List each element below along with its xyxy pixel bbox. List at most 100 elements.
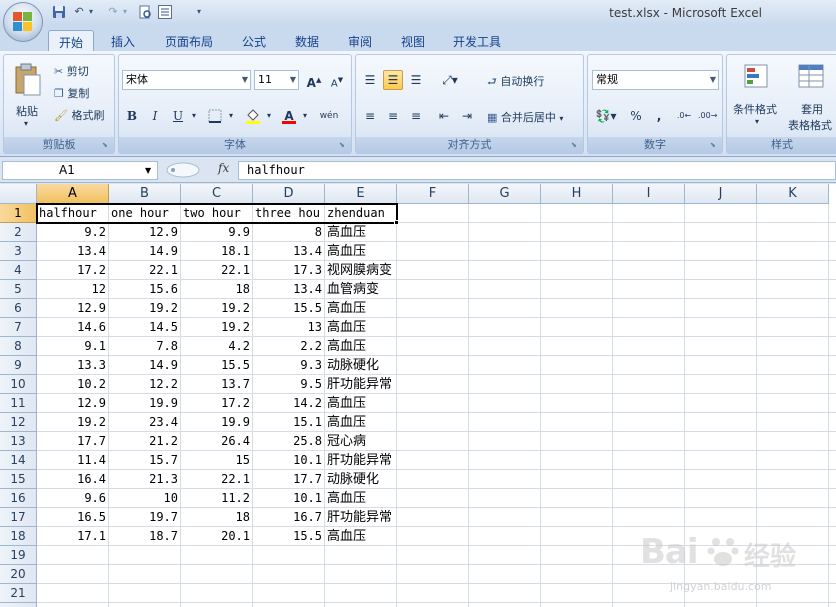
cell-a6[interactable]: 12.9 <box>37 299 108 318</box>
cell-b6[interactable]: 19.2 <box>109 299 180 318</box>
cell-b8[interactable]: 7.8 <box>109 337 180 356</box>
tab-home[interactable]: 开始 <box>48 30 95 52</box>
cell-e2[interactable]: 高血压 <box>325 223 407 242</box>
increase-indent-button[interactable]: ⇥ <box>457 106 477 126</box>
copy-button[interactable]: ❐ 复制 <box>54 85 89 101</box>
cell-d14[interactable]: 10.1 <box>253 451 324 470</box>
fill-handle[interactable] <box>394 220 399 225</box>
cell-d10[interactable]: 9.5 <box>253 375 324 394</box>
column-header-e[interactable]: E <box>325 184 397 204</box>
cell-a16[interactable]: 9.6 <box>37 489 108 508</box>
cell-b17[interactable]: 19.7 <box>109 508 180 527</box>
fill-color-button[interactable] <box>243 106 263 126</box>
cell-c15[interactable]: 22.1 <box>181 470 252 489</box>
cell-e17[interactable]: 肝功能异常 <box>325 508 407 527</box>
cell-c16[interactable]: 11.2 <box>181 489 252 508</box>
number-dialog-launcher-icon[interactable]: ⬊ <box>710 141 719 150</box>
name-box-dropdown-icon[interactable]: ▼ <box>145 166 151 175</box>
italic-button[interactable]: I <box>145 106 165 126</box>
row-header-12[interactable]: 12 <box>0 413 37 432</box>
cell-b1[interactable]: one hour <box>109 204 180 223</box>
cell-b15[interactable]: 21.3 <box>109 470 180 489</box>
save-icon[interactable] <box>52 5 66 19</box>
worksheet-grid[interactable]: ABCDEFGHIJK 1 2 3 4 5 6 7 8 9 10 11 12 13 14 15 16 17 18 1… <box>0 184 836 607</box>
cell-a11[interactable]: 12.9 <box>37 394 108 413</box>
cell-e8[interactable]: 高血压 <box>325 337 407 356</box>
cell-c1[interactable]: two hour <box>181 204 252 223</box>
paste-button[interactable]: 粘贴 ▾ <box>10 61 46 131</box>
row-header-10[interactable]: 10 <box>0 375 37 394</box>
row-header-13[interactable]: 13 <box>0 432 37 451</box>
cell-c6[interactable]: 19.2 <box>181 299 252 318</box>
cell-b9[interactable]: 14.9 <box>109 356 180 375</box>
cell-c14[interactable]: 15 <box>181 451 252 470</box>
clipboard-dialog-launcher-icon[interactable]: ⬊ <box>102 141 111 150</box>
number-format-combo[interactable]: 常规 ▼ <box>592 70 719 90</box>
cell-a17[interactable]: 16.5 <box>37 508 108 527</box>
cell-b11[interactable]: 19.9 <box>109 394 180 413</box>
format-as-table-button[interactable]: 套用 表格格式 <box>788 61 836 132</box>
tab-review[interactable]: 审阅 <box>338 30 382 52</box>
row-header-4[interactable]: 4 <box>0 261 37 280</box>
orientation-button[interactable]: ⤢▾ <box>436 70 464 90</box>
cell-c11[interactable]: 17.2 <box>181 394 252 413</box>
cell-d12[interactable]: 15.1 <box>253 413 324 432</box>
cell-b18[interactable]: 18.7 <box>109 527 180 546</box>
format-painter-button[interactable]: 🖌 格式刷 <box>54 107 104 123</box>
font-color-button[interactable]: A <box>279 106 299 126</box>
phonetic-button[interactable]: wén <box>315 106 343 126</box>
cell-a7[interactable]: 14.6 <box>37 318 108 337</box>
undo-dropdown-icon[interactable]: ▾ <box>84 5 98 19</box>
column-header-c[interactable]: C <box>181 184 253 204</box>
cell-d11[interactable]: 14.2 <box>253 394 324 413</box>
conditional-format-button[interactable]: 条件格式 ▾ <box>731 61 787 131</box>
cell-c4[interactable]: 22.1 <box>181 261 252 280</box>
cell-a18[interactable]: 17.1 <box>37 527 108 546</box>
cell-b13[interactable]: 21.2 <box>109 432 180 451</box>
cell-a9[interactable]: 13.3 <box>37 356 108 375</box>
formula-input[interactable]: halfhour <box>238 161 836 180</box>
cell-c18[interactable]: 20.1 <box>181 527 252 546</box>
cell-b16[interactable]: 10 <box>109 489 180 508</box>
row-header-14[interactable]: 14 <box>0 451 37 470</box>
cell-a14[interactable]: 11.4 <box>37 451 108 470</box>
column-header-f[interactable]: F <box>397 184 469 204</box>
tab-view[interactable]: 视图 <box>391 30 435 52</box>
cell-e12[interactable]: 高血压 <box>325 413 407 432</box>
cell-d6[interactable]: 15.5 <box>253 299 324 318</box>
column-header-k[interactable]: K <box>757 184 829 204</box>
row-header-16[interactable]: 16 <box>0 489 37 508</box>
cell-c2[interactable]: 9.9 <box>181 223 252 242</box>
cell-b5[interactable]: 15.6 <box>109 280 180 299</box>
row-header-7[interactable]: 7 <box>0 318 37 337</box>
cell-b12[interactable]: 23.4 <box>109 413 180 432</box>
office-button[interactable] <box>3 2 43 42</box>
align-middle-button[interactable]: ☰ <box>383 70 403 90</box>
cell-c3[interactable]: 18.1 <box>181 242 252 261</box>
row-header-18[interactable]: 18 <box>0 527 37 546</box>
row-header-5[interactable]: 5 <box>0 280 37 299</box>
row-header-6[interactable]: 6 <box>0 299 37 318</box>
tab-insert[interactable]: 插入 <box>101 30 145 52</box>
cell-c10[interactable]: 13.7 <box>181 375 252 394</box>
cell-b4[interactable]: 22.1 <box>109 261 180 280</box>
font-size-combo[interactable]: 11 ▼ <box>254 70 299 90</box>
column-header-a[interactable]: A <box>37 184 109 204</box>
alignment-dialog-launcher-icon[interactable]: ⬊ <box>571 141 580 150</box>
column-header-j[interactable]: J <box>685 184 757 204</box>
cell-e4[interactable]: 视网膜病变 <box>325 261 407 280</box>
cell-b3[interactable]: 14.9 <box>109 242 180 261</box>
font-name-combo[interactable]: 宋体 ▼ <box>122 70 251 90</box>
cell-e10[interactable]: 肝功能异常 <box>325 375 407 394</box>
name-box[interactable]: A1 <box>2 161 158 180</box>
column-header-i[interactable]: I <box>613 184 685 204</box>
cell-c8[interactable]: 4.2 <box>181 337 252 356</box>
tab-page-layout[interactable]: 页面布局 <box>155 30 223 52</box>
underline-dropdown-icon[interactable]: ▾ <box>188 106 200 126</box>
cell-b10[interactable]: 12.2 <box>109 375 180 394</box>
cell-a3[interactable]: 13.4 <box>37 242 108 261</box>
cell-a12[interactable]: 19.2 <box>37 413 108 432</box>
cell-d8[interactable]: 2.2 <box>253 337 324 356</box>
row-header-15[interactable]: 15 <box>0 470 37 489</box>
row-header-11[interactable]: 11 <box>0 394 37 413</box>
